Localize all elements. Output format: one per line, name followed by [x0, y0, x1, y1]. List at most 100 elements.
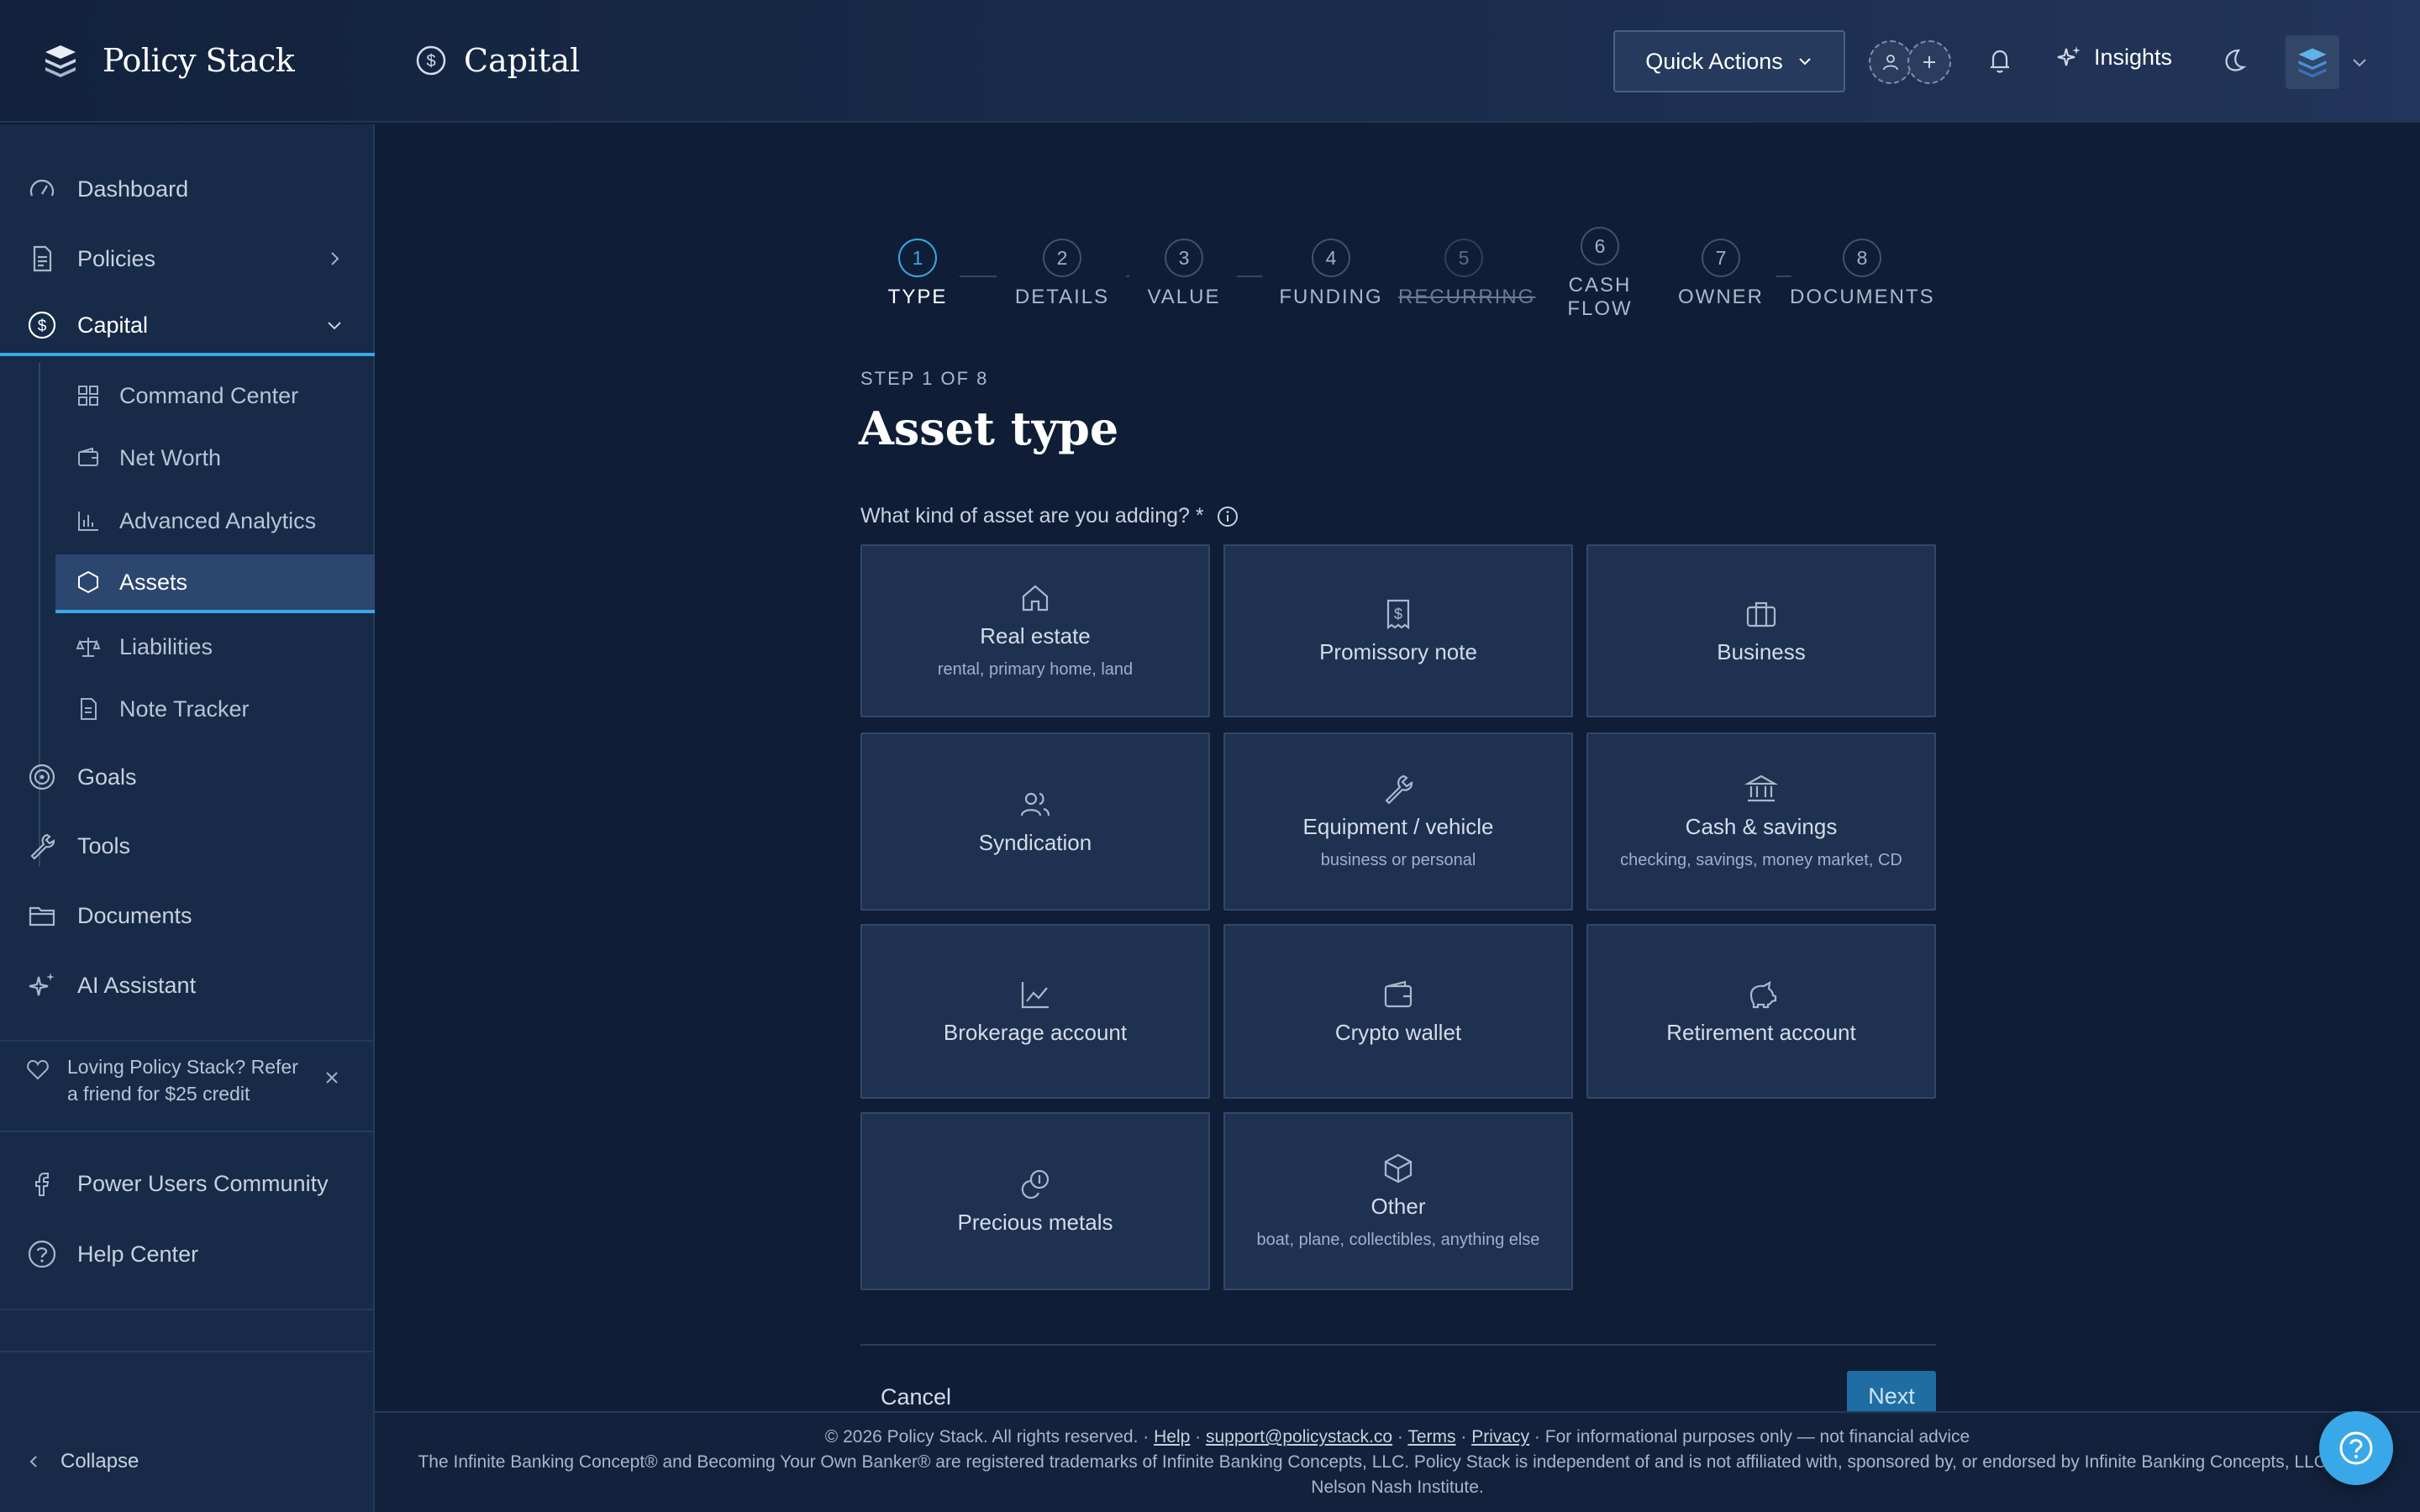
wallet-icon [78, 447, 98, 466]
option-equipment-vehicle[interactable]: Equipment / vehicle business or personal [1223, 732, 1573, 911]
step-label: DOCUMENTS [1790, 286, 1935, 308]
quick-actions-button[interactable]: Quick Actions [1613, 30, 1845, 92]
sidebar: Dashboard Policies $ Capital Command Cen… [0, 124, 375, 1512]
chevron-down-icon [1799, 58, 1811, 66]
option-title: Business [1717, 638, 1806, 664]
divider [0, 1131, 375, 1132]
step-connector [1237, 276, 1262, 277]
sidebar-item-note-tracker[interactable]: Note Tracker [55, 680, 375, 738]
sidebar-item-community[interactable]: Power Users Community [0, 1154, 375, 1213]
step-type[interactable]: 1 TYPE [887, 239, 948, 309]
sidebar-item-net-worth[interactable]: Net Worth [55, 428, 375, 487]
scale-icon [76, 638, 101, 657]
option-syndication[interactable]: Syndication [860, 732, 1210, 911]
step-number: 2 [1043, 239, 1081, 277]
option-cash-savings[interactable]: Cash & savings checking, savings, money … [1586, 732, 1936, 911]
insights-button[interactable]: Insights [2055, 44, 2172, 71]
sidebar-item-ai-assistant[interactable]: AI Assistant [0, 956, 375, 1015]
help-fab-button[interactable] [2319, 1411, 2393, 1485]
piggy-bank-icon [1749, 980, 1777, 1008]
avatar[interactable] [2286, 35, 2339, 89]
user-icon [1869, 40, 1912, 84]
sidebar-item-liabilities[interactable]: Liabilities [55, 617, 375, 676]
sidebar-item-help-center[interactable]: Help Center [0, 1225, 375, 1284]
page-title-text: Capital [464, 42, 581, 79]
brand[interactable]: Policy Stack [40, 40, 295, 81]
option-business[interactable]: Business [1586, 544, 1936, 717]
collapse-button[interactable]: Collapse [25, 1450, 139, 1473]
option-title: Retirement account [1666, 1019, 1856, 1045]
option-other[interactable]: Other boat, plane, collectibles, anythin… [1223, 1112, 1573, 1290]
step-cash-flow[interactable]: 6 CASH FLOW [1556, 227, 1644, 321]
step-documents[interactable]: 8 DOCUMENTS [1790, 239, 1934, 309]
option-title: Equipment / vehicle [1302, 814, 1494, 839]
footer-line-1: © 2026 Policy Stack. All rights reserved… [824, 1427, 1970, 1446]
sidebar-item-dashboard[interactable]: Dashboard [0, 160, 375, 218]
help-link[interactable]: Help [1154, 1427, 1190, 1446]
referral-banner[interactable]: Loving Policy Stack? Refer a friend for … [25, 1053, 353, 1107]
step-recurring[interactable]: 5 RECURRING [1398, 239, 1536, 309]
step-details[interactable]: 2 DETAILS [1010, 239, 1114, 309]
question-label: What kind of asset are you adding? * [860, 504, 1239, 528]
facebook-icon [35, 1173, 50, 1196]
terms-link[interactable]: Terms [1407, 1427, 1455, 1446]
sidebar-item-capital[interactable]: $ Capital [0, 297, 375, 356]
option-subtitle: rental, primary home, land [937, 660, 1134, 679]
sidebar-item-label: Policies [77, 245, 156, 271]
option-subtitle: checking, savings, money market, CD [1620, 851, 1902, 869]
sidebar-item-command-center[interactable]: Command Center [55, 366, 375, 425]
step-label: CASH FLOW [1567, 274, 1633, 320]
close-icon[interactable] [323, 1068, 341, 1087]
grid-icon [78, 386, 98, 406]
step-label: RECURRING [1398, 286, 1536, 308]
sidebar-item-label: Advanced Analytics [119, 507, 317, 533]
sparkle-icon [2057, 46, 2081, 66]
option-promissory-note[interactable]: $ Promissory note [1223, 544, 1573, 717]
svg-text:$: $ [426, 52, 435, 71]
step-funding[interactable]: 4 FUNDING [1279, 239, 1383, 309]
sidebar-item-documents[interactable]: Documents [0, 886, 375, 945]
option-brokerage-account[interactable]: Brokerage account [860, 924, 1210, 1099]
moon-icon[interactable] [2218, 45, 2249, 76]
dollar-circle-icon: $ [416, 45, 446, 76]
support-email-link[interactable]: support@policystack.co [1206, 1427, 1392, 1446]
option-precious-metals[interactable]: Precious metals [860, 1112, 1210, 1290]
svg-text:$: $ [38, 318, 47, 335]
note-icon [81, 698, 97, 720]
question-circle-icon [2339, 1431, 2373, 1465]
option-crypto-wallet[interactable]: Crypto wallet [1223, 924, 1573, 1099]
option-retirement-account[interactable]: Retirement account [1586, 924, 1936, 1099]
wrench-icon [1385, 774, 1413, 805]
line-chart-icon [1021, 981, 1049, 1008]
sidebar-item-tools[interactable]: Tools [0, 816, 375, 875]
chevron-left-icon [29, 1456, 37, 1467]
add-member-button[interactable] [1907, 40, 1951, 84]
dollar-circle-icon: $ [28, 311, 56, 339]
cancel-button[interactable]: Cancel [881, 1384, 951, 1410]
step-owner[interactable]: 7 OWNER [1676, 239, 1766, 309]
divider [0, 1040, 375, 1042]
referral-text: Loving Policy Stack? Refer a friend for … [67, 1056, 298, 1105]
step-value[interactable]: 3 VALUE [1143, 239, 1225, 309]
option-subtitle: business or personal [1320, 851, 1476, 869]
option-real-estate[interactable]: Real estate rental, primary home, land [860, 544, 1210, 717]
sidebar-item-label: AI Assistant [77, 972, 197, 998]
page-title: $ Capital [415, 42, 580, 79]
sidebar-item-advanced-analytics[interactable]: Advanced Analytics [55, 491, 375, 550]
step-number: 3 [1165, 239, 1203, 277]
step-connector [960, 276, 997, 277]
sidebar-item-assets[interactable]: Assets [55, 554, 375, 613]
info-icon[interactable] [1216, 505, 1239, 528]
sidebar-item-label: Liabilities [119, 633, 213, 659]
privacy-link[interactable]: Privacy [1471, 1427, 1529, 1446]
bell-icon[interactable] [1983, 44, 2017, 77]
chevron-down-icon[interactable] [2349, 52, 2370, 72]
team-avatars[interactable] [1869, 40, 1951, 84]
sidebar-item-policies[interactable]: Policies [0, 229, 375, 288]
option-title: Real estate [980, 623, 1091, 648]
coins-icon [1021, 1169, 1050, 1199]
step-label: DETAILS [1014, 286, 1110, 308]
wizard-stepper: 1 TYPE 2 DETAILS 3 VALUE 4 FUNDING 5 REC… [874, 227, 1966, 331]
heart-icon [27, 1059, 49, 1080]
sidebar-item-goals[interactable]: Goals [0, 748, 375, 806]
